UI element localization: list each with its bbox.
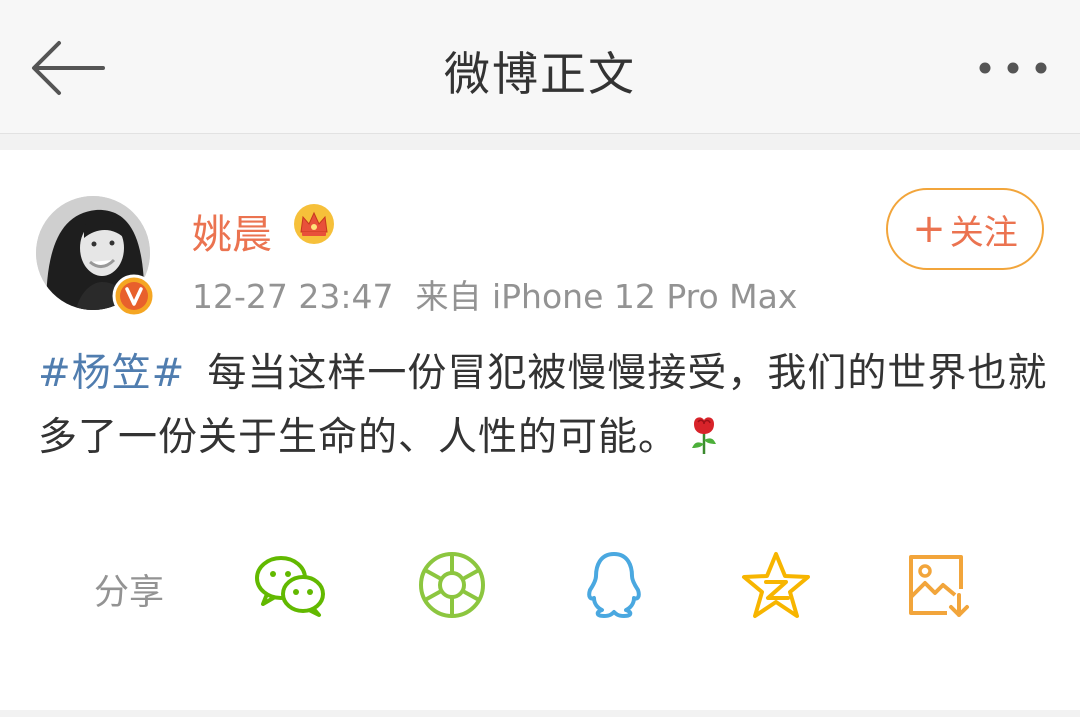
share-label: 分享 [94, 573, 165, 613]
post-body-text: 每当这样一份冒犯被慢慢接受，我们的世界也就多了一份关于生命的、人性的可能。 [38, 351, 1048, 460]
avatar[interactable] [36, 196, 156, 318]
post-source: 来自 iPhone 12 Pro Max [415, 277, 798, 316]
share-moments-button[interactable] [414, 550, 490, 620]
qzone-icon [742, 552, 810, 618]
save-image-icon [909, 555, 969, 617]
moments-icon [419, 552, 485, 618]
follow-button[interactable]: + 关注 [886, 188, 1044, 270]
vip-crown-icon [294, 204, 334, 244]
wechat-icon [255, 556, 325, 617]
post-card: 姚晨 12-27 23:47 来自 iPhone 12 Pro Max + 关注 … [0, 150, 1080, 710]
post-meta: 12-27 23:47 来自 iPhone 12 Pro Max [192, 270, 797, 318]
post-timestamp: 12-27 23:47 [192, 277, 394, 316]
more-button[interactable] [968, 40, 1058, 96]
follow-label: 关注 [949, 212, 1018, 253]
top-bar: 微博正文 [0, 0, 1080, 134]
share-qzone-button[interactable] [738, 550, 814, 620]
verified-badge-icon [112, 274, 156, 318]
follow-plus: + [912, 206, 946, 252]
qq-icon [587, 552, 641, 618]
rose-emoji-icon [692, 417, 717, 454]
share-wechat-button[interactable] [252, 550, 328, 620]
page-title: 微博正文 [444, 47, 636, 101]
author-name[interactable]: 姚晨 [192, 202, 272, 260]
more-dots-icon [979, 62, 1047, 74]
share-qq-button[interactable] [576, 550, 652, 620]
post-body: #杨笠# 每当这样一份冒犯被慢慢接受，我们的世界也就多了一份关于生命的、人性的可能… [38, 342, 1048, 470]
topic-link[interactable]: #杨笠# [38, 351, 185, 396]
share-save-image-button[interactable] [900, 550, 976, 620]
